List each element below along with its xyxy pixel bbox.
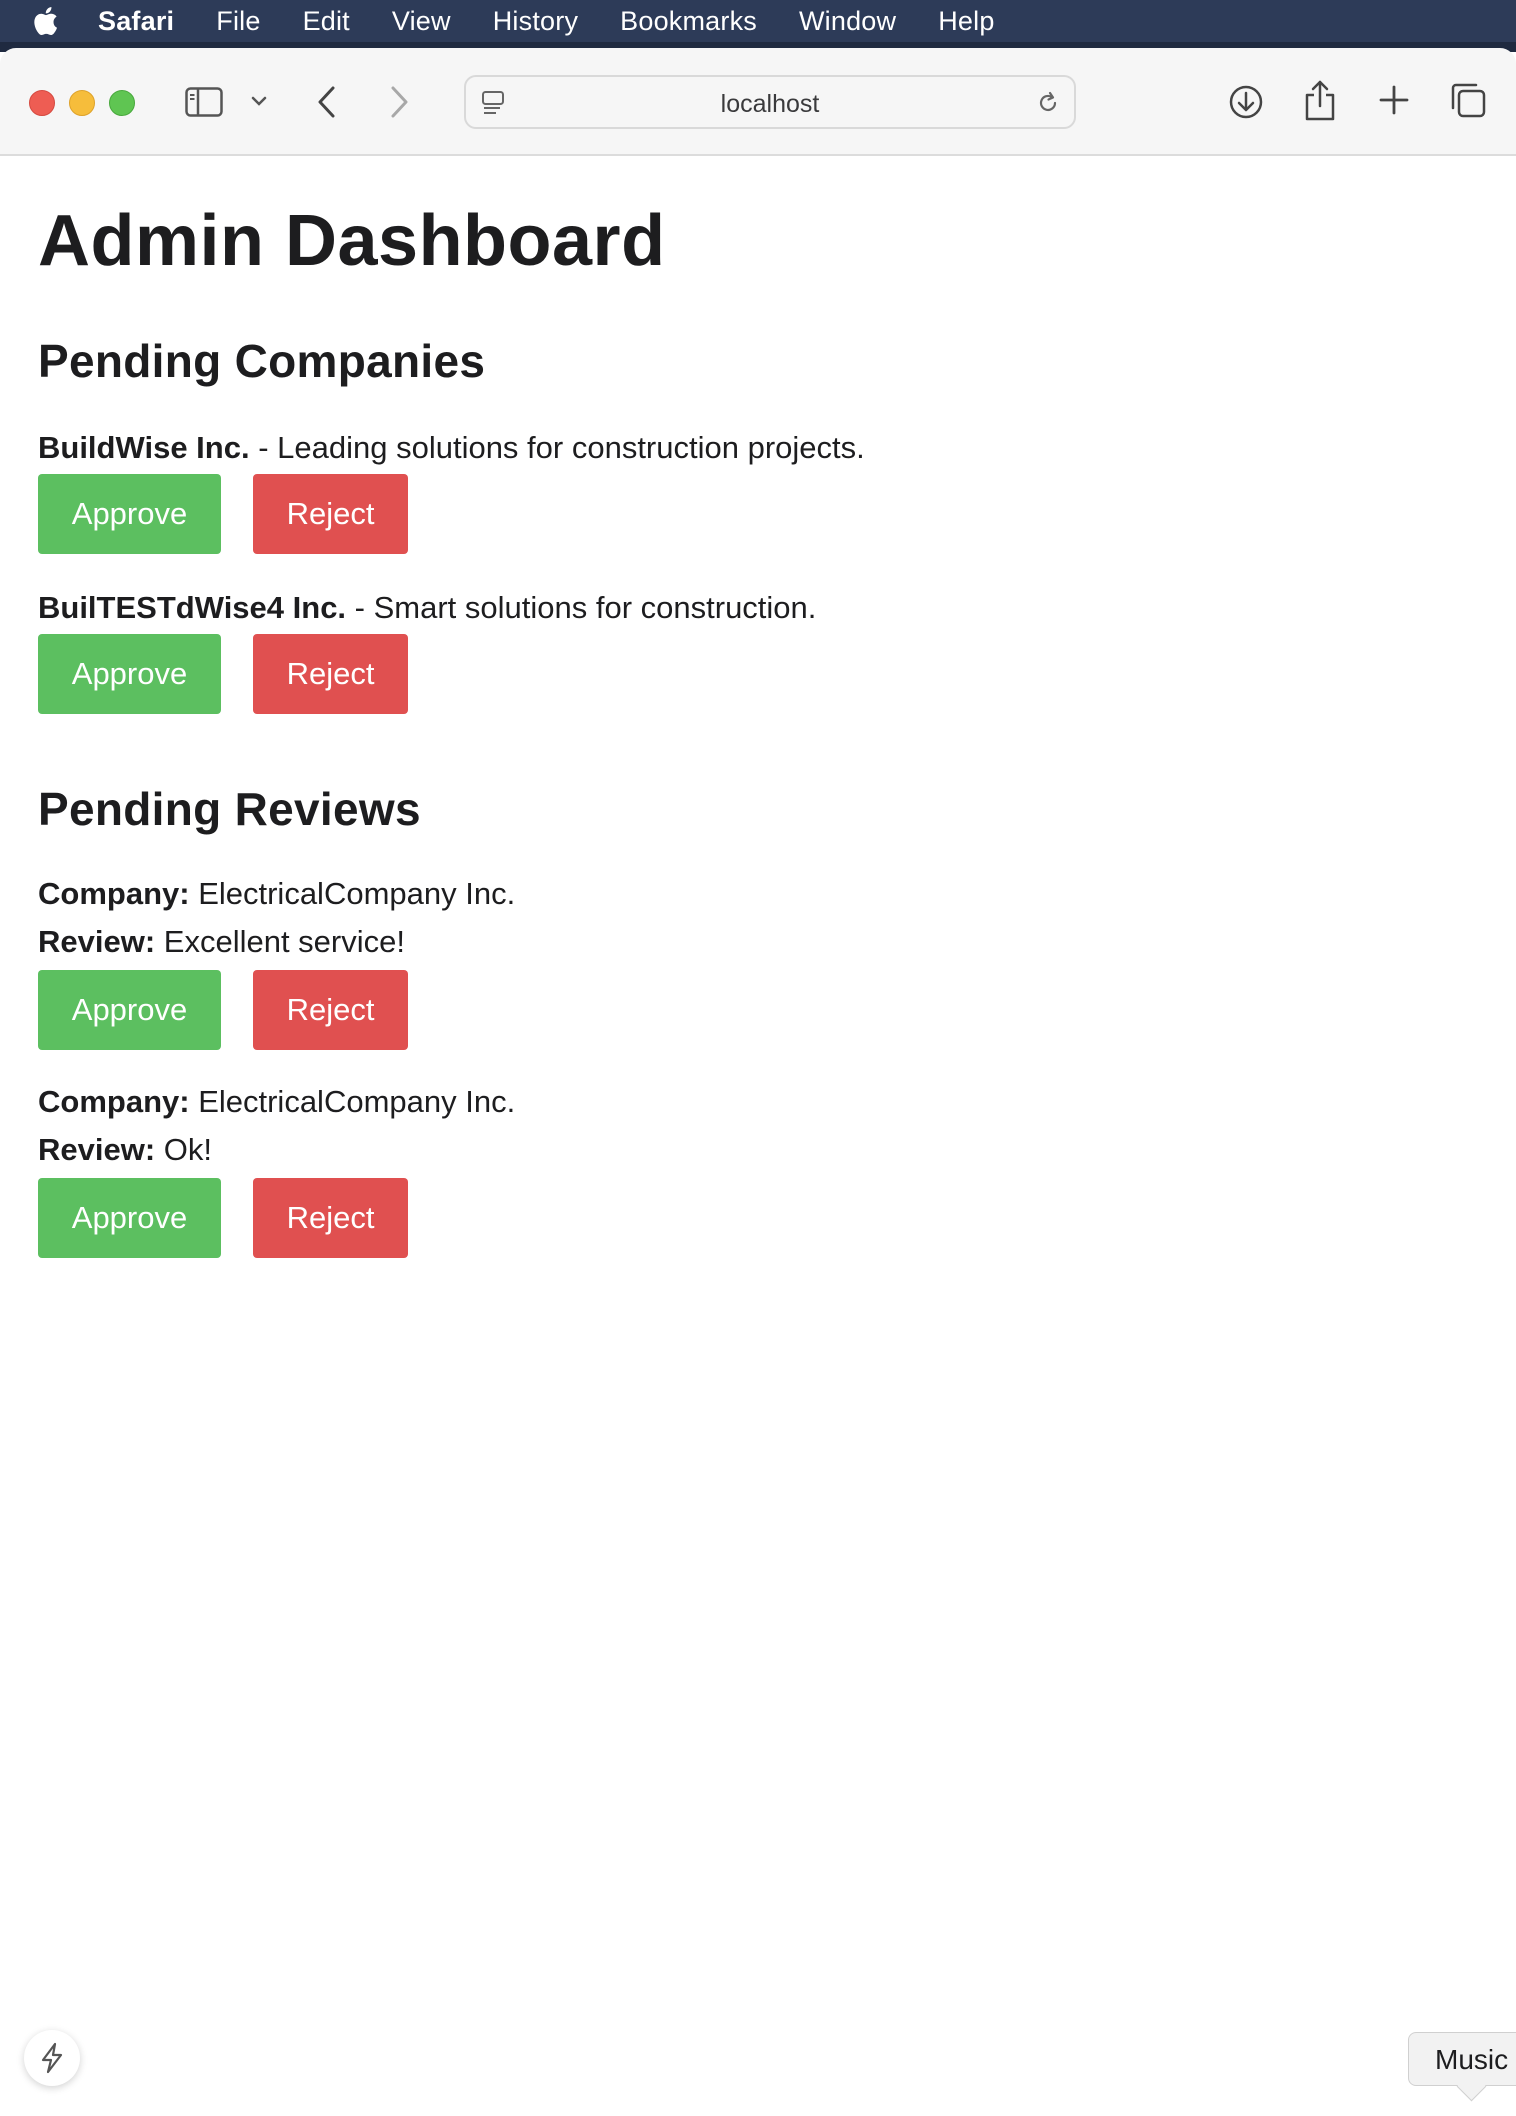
reject-company-button[interactable]: Reject — [253, 634, 408, 714]
review-text: Excellent service! — [155, 924, 405, 959]
approve-company-button[interactable]: Approve — [38, 634, 221, 714]
downloads-icon[interactable] — [1226, 82, 1266, 122]
company-description: - Smart solutions for construction. — [346, 590, 817, 625]
menu-window[interactable]: Window — [799, 6, 896, 37]
reject-company-button[interactable]: Reject — [253, 474, 408, 554]
review-text-line: Review: Ok! — [38, 1132, 212, 1168]
minimize-window-button[interactable] — [69, 90, 95, 116]
pending-reviews-heading: Pending Reviews — [38, 783, 421, 835]
menu-bar: Safari File Edit View History Bookmarks … — [0, 0, 1516, 42]
company-entry: BuilTESTdWise4 Inc. - Smart solutions fo… — [38, 590, 816, 626]
back-arrow-icon[interactable] — [312, 82, 342, 122]
pending-companies-heading: Pending Companies — [38, 335, 486, 387]
approve-review-button[interactable]: Approve — [38, 1178, 221, 1258]
chevron-down-icon[interactable] — [248, 90, 270, 112]
review-text-line: Review: Excellent service! — [38, 924, 405, 960]
address-bar[interactable]: localhost — [464, 75, 1076, 129]
lightning-bolt-icon[interactable] — [24, 2030, 80, 2086]
approve-company-button[interactable]: Approve — [38, 474, 221, 554]
review-company-name: ElectricalCompany Inc. — [189, 876, 516, 911]
share-icon[interactable] — [1302, 78, 1338, 122]
close-window-button[interactable] — [29, 90, 55, 116]
company-label: Company: — [38, 876, 190, 911]
review-label: Review: — [38, 1132, 156, 1167]
page-title: Admin Dashboard — [38, 201, 666, 281]
menu-help[interactable]: Help — [938, 6, 994, 37]
company-name: BuildWise Inc. — [38, 430, 250, 465]
review-label: Review: — [38, 924, 156, 959]
menu-app-name[interactable]: Safari — [98, 6, 174, 37]
review-text: Ok! — [155, 1132, 213, 1167]
company-name: BuilTESTdWise4 Inc. — [38, 590, 347, 625]
forward-arrow-icon[interactable] — [384, 82, 414, 122]
menu-file[interactable]: File — [216, 6, 260, 37]
menu-edit[interactable]: Edit — [303, 6, 350, 37]
zoom-window-button[interactable] — [109, 90, 135, 116]
menu-history[interactable]: History — [493, 6, 578, 37]
review-company-name: ElectricalCompany Inc. — [189, 1084, 516, 1119]
url-text: localhost — [720, 90, 820, 118]
review-company-line: Company: ElectricalCompany Inc. — [38, 1084, 515, 1120]
tab-overview-icon[interactable] — [1448, 80, 1488, 120]
company-description: - Leading solutions for construction pro… — [249, 430, 865, 465]
menu-bookmarks[interactable]: Bookmarks — [620, 6, 757, 37]
review-company-line: Company: ElectricalCompany Inc. — [38, 876, 515, 912]
reload-icon[interactable] — [1034, 89, 1062, 117]
company-label: Company: — [38, 1084, 190, 1119]
reject-review-button[interactable]: Reject — [253, 970, 408, 1050]
menu-view[interactable]: View — [392, 6, 451, 37]
approve-review-button[interactable]: Approve — [38, 970, 221, 1050]
new-tab-icon[interactable] — [1376, 82, 1412, 118]
reject-review-button[interactable]: Reject — [253, 1178, 408, 1258]
apple-logo-icon[interactable] — [32, 6, 58, 36]
music-tooltip: Music — [1408, 2032, 1516, 2086]
sidebar-toggle-icon[interactable] — [184, 84, 224, 120]
company-entry: BuildWise Inc. - Leading solutions for c… — [38, 430, 865, 466]
